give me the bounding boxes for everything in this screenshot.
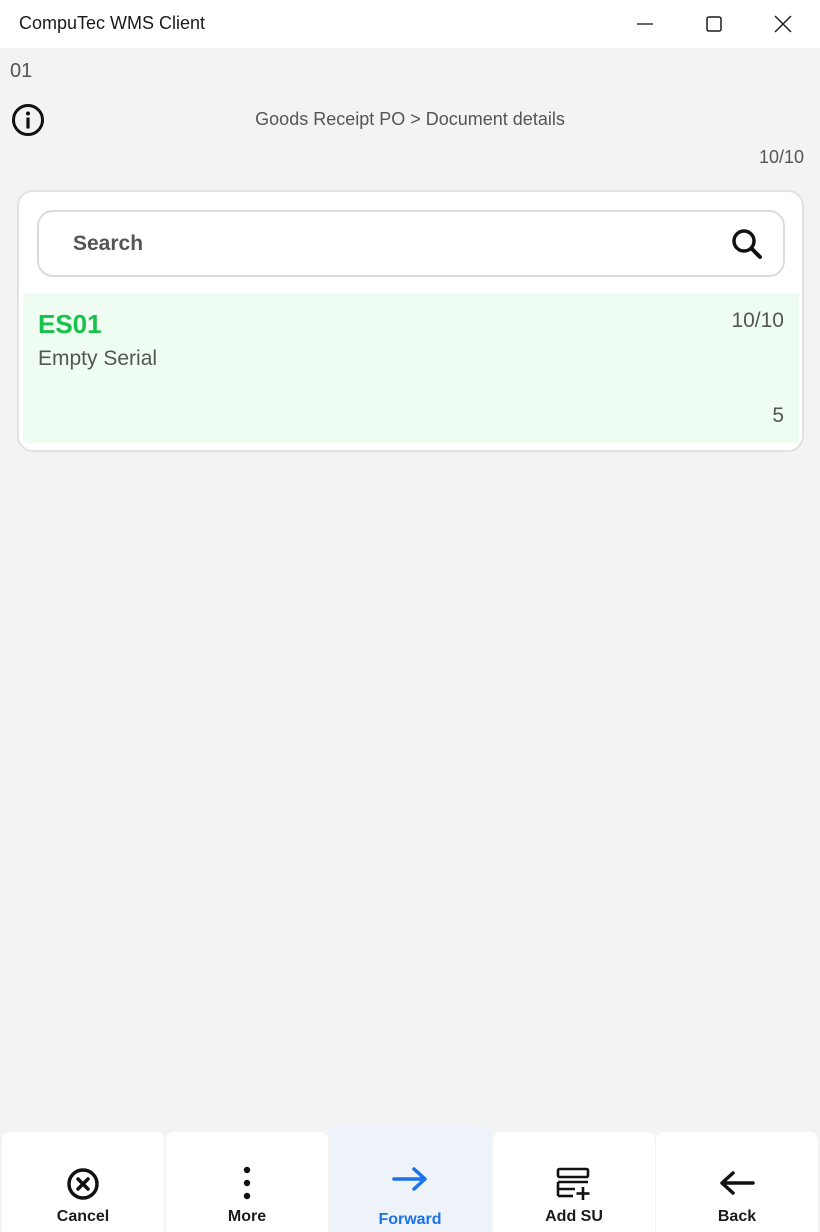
close-window-button[interactable] [748, 0, 818, 48]
window-title: CompuTec WMS Client [19, 13, 206, 33]
minimize-icon [637, 23, 653, 25]
more-label: More [227, 1208, 267, 1225]
maximize-icon [706, 16, 722, 32]
more-button[interactable]: More [166, 1132, 328, 1232]
company-code: 01 [10, 60, 33, 82]
cancel-label: Cancel [56, 1208, 110, 1225]
add-su-label: Add SU [545, 1208, 603, 1225]
arrow-right-icon [392, 1167, 427, 1191]
item-description: Empty Serial [38, 347, 158, 370]
forward-label: Forward [378, 1211, 442, 1228]
search-input[interactable]: Search [37, 210, 785, 277]
item-number: 5 [772, 404, 784, 427]
forward-button[interactable]: Forward [329, 1126, 491, 1232]
back-button[interactable]: Back [656, 1132, 818, 1232]
window-titlebar: CompuTec WMS Client [0, 0, 820, 48]
maximize-button[interactable] [679, 0, 749, 48]
main-content: 01 Goods Receipt PO > Document details 1… [1, 48, 819, 1126]
list-item[interactable]: ES01 Empty Serial 10/10 5 [23, 293, 799, 443]
bottom-toolbar: Cancel More Forward Add SU Back [0, 1126, 820, 1232]
document-count: 10/10 [758, 147, 804, 167]
document-lines-card: Search ES01 Empty Serial 10/10 5 [17, 190, 804, 452]
add-storage-unit-icon [556, 1167, 590, 1200]
cancel-button[interactable]: Cancel [2, 1132, 164, 1232]
breadcrumb: Goods Receipt PO > Document details [255, 109, 565, 129]
more-vertical-icon [243, 1166, 251, 1200]
cancel-circle-icon [67, 1168, 99, 1200]
close-icon [774, 15, 792, 33]
arrow-left-icon [720, 1171, 755, 1195]
back-label: Back [717, 1208, 757, 1225]
item-code: ES01 [38, 309, 102, 339]
add-su-button[interactable]: Add SU [493, 1132, 655, 1232]
search-icon[interactable] [731, 228, 763, 260]
search-placeholder: Search [73, 232, 144, 255]
minimize-button[interactable] [610, 0, 680, 48]
item-quantity: 10/10 [731, 309, 784, 332]
